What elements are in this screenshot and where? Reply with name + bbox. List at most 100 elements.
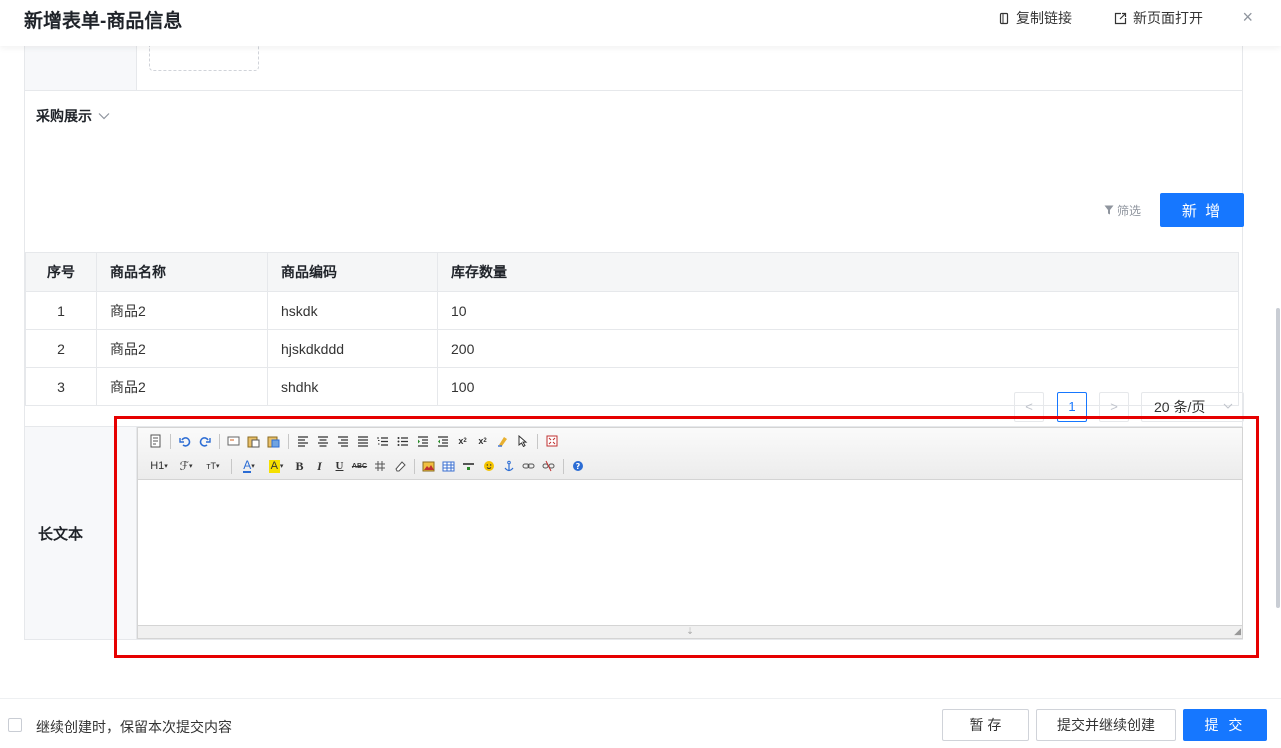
close-icon[interactable]: × <box>1242 7 1253 28</box>
cell-product-name: 商品2 <box>96 329 268 368</box>
page-size-select[interactable]: 20 条/页 <box>1141 392 1244 422</box>
help-icon[interactable]: ? <box>568 457 587 475</box>
link-icon[interactable] <box>519 457 538 475</box>
cell-product-name: 商品2 <box>96 367 268 406</box>
editor-toolbar: x2 x2 H1 ▾ ℱ ▾ тT ▾ A ▾ A ▾ B I U ABC ? <box>138 428 1242 480</box>
toolbar-row-1: x2 x2 <box>146 431 562 451</box>
section-header[interactable]: 采购展示 <box>36 106 110 126</box>
outdent-icon[interactable] <box>433 432 452 450</box>
editor-text-area[interactable] <box>138 480 1242 626</box>
image-icon[interactable] <box>419 457 438 475</box>
unlink-icon[interactable] <box>539 457 558 475</box>
editor-resize-bar[interactable]: ⇣ <box>138 625 1242 638</box>
open-new-page-button[interactable]: 新页面打开 <box>1114 8 1203 28</box>
indent-icon[interactable] <box>413 432 432 450</box>
ordered-list-icon[interactable] <box>373 432 392 450</box>
cell-product-name: 商品2 <box>96 291 268 330</box>
select-all-icon[interactable] <box>513 432 532 450</box>
toolbar-separator <box>231 458 232 474</box>
header: 新增表单-商品信息 复制链接 新页面打开 × <box>0 0 1281 46</box>
toolbar-separator <box>288 433 289 449</box>
horizontal-rule-icon[interactable] <box>459 457 478 475</box>
font-size-icon[interactable]: тT ▾ <box>200 457 226 475</box>
submit-button[interactable]: 提 交 <box>1183 709 1267 741</box>
toolbar-row-2: H1 ▾ ℱ ▾ тT ▾ A ▾ A ▾ B I U ABC ? <box>146 456 588 476</box>
italic-icon[interactable]: I <box>310 457 329 475</box>
page-title: 新增表单-商品信息 <box>24 11 183 32</box>
keep-content-checkbox[interactable] <box>8 718 22 732</box>
clear-format-icon[interactable] <box>493 432 512 450</box>
column-header[interactable]: 库存数量 <box>437 252 1239 292</box>
anchor-icon[interactable] <box>499 457 518 475</box>
subscript-icon[interactable]: x2 <box>453 432 472 450</box>
add-button[interactable]: 新 增 <box>1160 193 1244 227</box>
cell-index: 1 <box>25 291 97 330</box>
data-table: 序号 商品名称 商品编码 库存数量 1 商品2 hskdk 10 2 商品2 h… <box>25 252 1239 406</box>
fullscreen-icon[interactable] <box>542 432 561 450</box>
underline-icon[interactable]: U <box>330 457 349 475</box>
cell-product-code: hskdk <box>267 291 438 330</box>
font-color-icon[interactable]: A ▾ <box>236 457 262 475</box>
filter-label: 筛选 <box>1117 204 1142 218</box>
cell-index: 3 <box>25 367 97 406</box>
copy-link-button[interactable]: 复制链接 <box>998 8 1072 28</box>
cell-product-code: hjskdkddd <box>267 329 438 368</box>
heading-icon[interactable]: H1 ▾ <box>146 457 172 475</box>
toolbar-separator <box>219 433 220 449</box>
column-header[interactable]: 商品编码 <box>267 252 438 292</box>
rich-text-editor: x2 x2 H1 ▾ ℱ ▾ тT ▾ A ▾ A ▾ B I U ABC ? … <box>137 427 1243 639</box>
toolbar-separator <box>563 458 564 474</box>
external-link-icon <box>1114 12 1127 25</box>
column-header[interactable]: 序号 <box>25 252 97 292</box>
superscript-icon[interactable]: x2 <box>473 432 492 450</box>
eraser-icon[interactable] <box>390 457 409 475</box>
upload-area[interactable] <box>149 46 259 71</box>
next-page-button[interactable]: > <box>1099 392 1129 422</box>
current-page-button[interactable]: 1 <box>1057 392 1087 422</box>
redo-icon[interactable] <box>195 432 214 450</box>
emoji-icon[interactable] <box>479 457 498 475</box>
cell-stock-qty: 10 <box>437 291 1239 330</box>
filter-button[interactable]: 筛选 <box>1104 202 1141 219</box>
toolbar-separator <box>414 458 415 474</box>
align-right-icon[interactable] <box>333 432 352 450</box>
chevron-down-icon <box>1223 393 1233 421</box>
longtext-label: 长文本 <box>25 427 137 639</box>
unordered-list-icon[interactable] <box>393 432 412 450</box>
source-icon[interactable] <box>146 432 165 450</box>
prev-page-button[interactable]: < <box>1014 392 1044 422</box>
scrollbar[interactable] <box>1276 308 1280 608</box>
filter-icon <box>1104 204 1114 218</box>
cell-index: 2 <box>25 329 97 368</box>
paste-text-icon[interactable] <box>264 432 283 450</box>
table-icon[interactable] <box>370 457 389 475</box>
field-label-cell <box>25 46 137 90</box>
undo-icon[interactable] <box>175 432 194 450</box>
table-row[interactable]: 1 商品2 hskdk 10 <box>25 291 1239 330</box>
copy-icon <box>998 12 1010 25</box>
submit-continue-button[interactable]: 提交并继续创建 <box>1036 709 1176 741</box>
align-center-icon[interactable] <box>313 432 332 450</box>
align-justify-icon[interactable] <box>353 432 372 450</box>
keep-content-label[interactable]: 继续创建时，保留本次提交内容 <box>36 717 232 737</box>
bold-icon[interactable]: B <box>290 457 309 475</box>
page-size-value: 20 条/页 <box>1154 399 1206 415</box>
save-draft-button[interactable]: 暂 存 <box>942 709 1029 741</box>
cut-icon[interactable] <box>224 432 243 450</box>
paste-icon[interactable] <box>244 432 263 450</box>
svg-text:?: ? <box>575 462 580 471</box>
open-new-page-label: 新页面打开 <box>1133 10 1203 26</box>
copy-link-label: 复制链接 <box>1016 10 1072 26</box>
cell-product-code: shdhk <box>267 367 438 406</box>
table-row[interactable]: 2 商品2 hjskdkddd 200 <box>25 329 1239 368</box>
resize-grip-icon[interactable]: ◢ <box>1234 626 1241 637</box>
column-header[interactable]: 商品名称 <box>96 252 268 292</box>
purchase-section: 采购展示 筛选 新 增 序号 商品名称 商品编码 库存数量 1 商品2 hskd… <box>24 90 1244 426</box>
form-content: 采购展示 筛选 新 增 序号 商品名称 商品编码 库存数量 1 商品2 hskd… <box>0 46 1281 698</box>
table-header-row: 序号 商品名称 商品编码 库存数量 <box>25 252 1239 292</box>
align-left-icon[interactable] <box>293 432 312 450</box>
font-family-icon[interactable]: ℱ ▾ <box>173 457 199 475</box>
strikethrough-icon[interactable]: ABC <box>350 457 369 475</box>
insert-table-icon[interactable] <box>439 457 458 475</box>
background-color-icon[interactable]: A ▾ <box>263 457 289 475</box>
